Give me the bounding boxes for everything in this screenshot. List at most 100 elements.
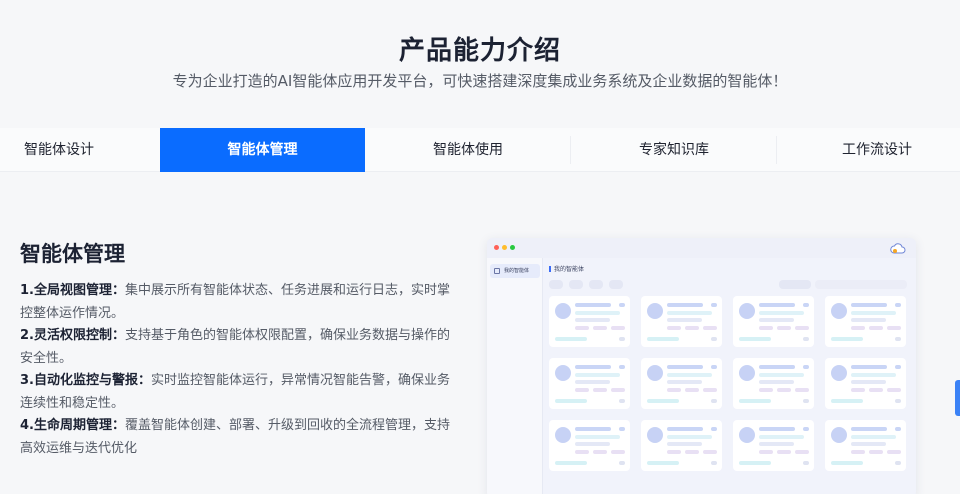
product-screenshot: 我的智能体 我的智能体 [487, 238, 916, 494]
tab-label: 工作流设计 [842, 142, 912, 158]
mock-card-line [795, 326, 809, 330]
tab-label: 智能体使用 [433, 142, 503, 158]
agent-icon [494, 268, 500, 274]
mock-card-line [619, 337, 625, 341]
mock-card-line [575, 427, 611, 431]
mock-card-line [575, 435, 620, 439]
mock-card-line [759, 380, 794, 384]
page-subtitle: 专为企业打造的AI智能体应用开发平台，可快速搭建深度集成业务系统及企业数据的智能… [172, 72, 788, 90]
mock-card-line [667, 373, 712, 377]
tab-agent-management[interactable]: 智能体管理 [160, 128, 365, 172]
window-maximize-dot [510, 245, 515, 250]
mock-card-line [831, 461, 863, 465]
mock-card-line [777, 326, 791, 330]
mock-card-line [851, 450, 865, 454]
mock-card-line [869, 450, 883, 454]
mock-card-avatar [831, 427, 847, 443]
mock-card-line [851, 365, 887, 369]
mock-card-line [685, 388, 699, 392]
mock-card-line [831, 337, 863, 341]
mock-card-line [667, 318, 702, 322]
mock-card-line [667, 427, 703, 431]
mock-agent-card [825, 296, 906, 347]
mock-card-line [711, 365, 717, 369]
feature-head: 1.全局视图管理： [20, 283, 125, 298]
mock-card-line [759, 311, 804, 315]
tab-label: 智能体设计 [24, 142, 94, 158]
mock-card-line [851, 303, 887, 307]
mock-agent-card [733, 358, 814, 409]
mock-sidebar-item: 我的智能体 [490, 264, 540, 278]
page-title: 产品能力介绍 [398, 36, 561, 66]
feature-item: 3.自动化监控与警报：实时监控智能体运行，异常情况智能告警，确保业务连续性和稳定… [20, 370, 450, 415]
mock-card-line [619, 427, 625, 431]
mock-card-line [555, 399, 587, 403]
tab-agent-usage[interactable]: 智能体使用 [365, 128, 571, 172]
mock-card-line [803, 427, 809, 431]
mock-card-line [739, 337, 771, 341]
mock-card-line [667, 388, 681, 392]
mock-card-line [703, 388, 717, 392]
mock-card-line [851, 442, 886, 446]
mock-card-line [575, 450, 589, 454]
tab-expert-knowledge-base[interactable]: 专家知识库 [571, 128, 777, 172]
mock-card-line [667, 380, 702, 384]
mock-card-line [575, 380, 610, 384]
mock-card-line [555, 461, 587, 465]
mock-card-line [619, 303, 625, 307]
mock-card-line [667, 326, 681, 330]
mock-card-line [795, 388, 809, 392]
mock-agent-card [641, 420, 722, 471]
mock-agent-card [549, 420, 630, 471]
mock-card-line [575, 303, 611, 307]
mock-filter-chip [549, 280, 563, 289]
mock-card-avatar [647, 365, 663, 381]
mock-agent-card [825, 358, 906, 409]
mock-card-line [851, 326, 865, 330]
mock-card-line [711, 303, 717, 307]
mock-card-line [895, 461, 901, 465]
mock-card-line [667, 442, 702, 446]
window-minimize-dot [502, 245, 507, 250]
mock-card-line [575, 388, 589, 392]
mock-card-line [803, 365, 809, 369]
mock-card-line [685, 450, 699, 454]
side-float-tab[interactable] [955, 380, 960, 416]
mock-card-line [667, 365, 703, 369]
mock-card-line [759, 318, 794, 322]
mock-window-bar [487, 238, 916, 258]
feature-item: 1.全局视图管理：集中展示所有智能体状态、任务进展和运行日志，实时掌控整体运作情… [20, 280, 450, 325]
mock-card-line [759, 303, 795, 307]
mock-card-line [803, 303, 809, 307]
mock-card-line [685, 326, 699, 330]
mock-agent-card [733, 296, 814, 347]
mock-card-line [667, 450, 681, 454]
mock-card-line [759, 365, 795, 369]
mock-card-line [593, 388, 607, 392]
mock-card-line [711, 337, 717, 341]
feature-head: 3.自动化监控与警报： [20, 373, 151, 388]
mock-card-line [575, 326, 589, 330]
feature-list: 1.全局视图管理：集中展示所有智能体状态、任务进展和运行日志，实时掌控整体运作情… [20, 280, 450, 460]
mock-card-line [619, 365, 625, 369]
mock-card-line [803, 461, 809, 465]
mock-card-line [611, 326, 625, 330]
mock-card-line [895, 337, 901, 341]
mock-filter-button [779, 280, 811, 289]
mock-card-line [593, 326, 607, 330]
mock-card-line [647, 399, 679, 403]
feature-head: 4.生命周期管理： [20, 418, 125, 433]
mock-sidebar-label: 我的智能体 [504, 268, 530, 274]
mock-card-line [887, 388, 901, 392]
mock-card-line [619, 399, 625, 403]
mock-card-line [703, 450, 717, 454]
mock-card-line [575, 442, 610, 446]
mock-card-line [851, 380, 886, 384]
mock-card-line [759, 450, 773, 454]
tab-workflow-design[interactable]: 工作流设计 [777, 128, 960, 172]
mock-card-line [575, 311, 620, 315]
mock-card-line [759, 373, 804, 377]
feature-item: 2.灵活权限控制：支持基于角色的智能体权限配置，确保业务数据与操作的安全性。 [20, 325, 450, 370]
mock-agent-card [641, 296, 722, 347]
tab-agent-design[interactable]: 智能体设计 [0, 128, 160, 172]
